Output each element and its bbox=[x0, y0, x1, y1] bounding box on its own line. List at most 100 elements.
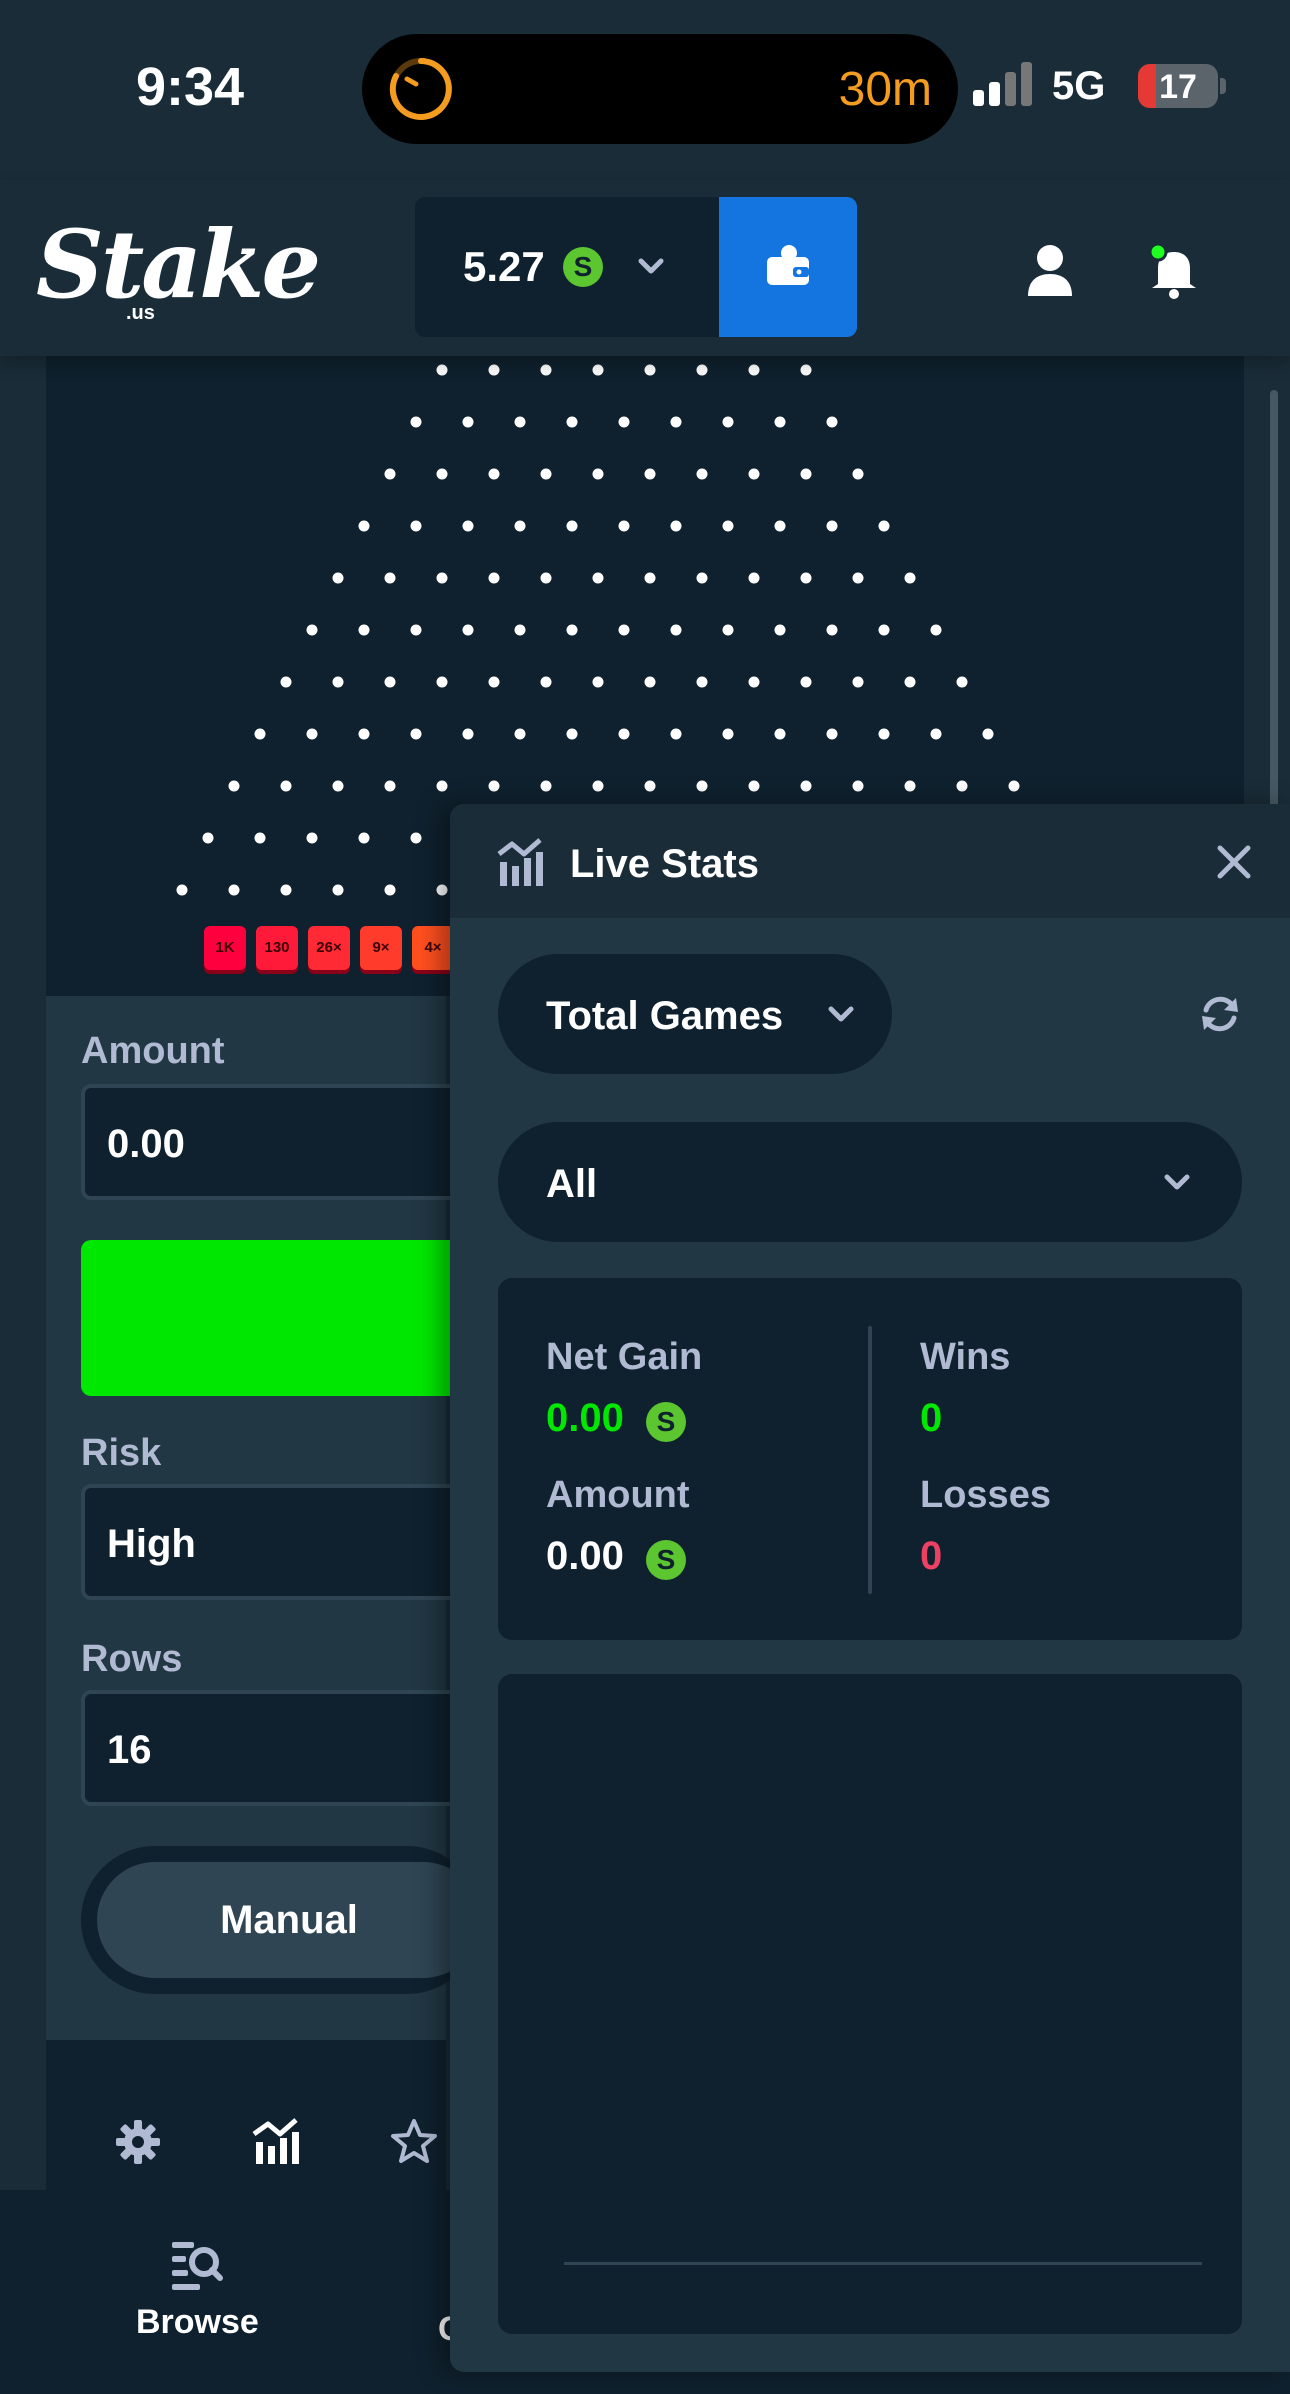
peg bbox=[488, 676, 500, 688]
peg bbox=[878, 520, 890, 532]
multiplier-slot: 4× bbox=[412, 926, 454, 970]
peg bbox=[358, 624, 370, 636]
peg bbox=[644, 364, 656, 376]
amount-input[interactable]: 0.00 bbox=[81, 1084, 461, 1200]
peg bbox=[358, 832, 370, 844]
nav-browse[interactable]: Browse bbox=[136, 2236, 259, 2342]
risk-select[interactable]: High bbox=[81, 1484, 461, 1600]
peg bbox=[410, 416, 422, 428]
game-filter-select[interactable]: All bbox=[498, 1122, 1242, 1242]
peg bbox=[644, 468, 656, 480]
peg bbox=[852, 676, 864, 688]
peg bbox=[722, 624, 734, 636]
profit-chart bbox=[498, 1674, 1242, 2334]
peg bbox=[852, 572, 864, 584]
peg bbox=[826, 416, 838, 428]
rows-label: Rows bbox=[81, 1638, 183, 1680]
wins-value: 0 bbox=[920, 1396, 943, 1440]
peg bbox=[904, 780, 916, 792]
close-icon[interactable] bbox=[1212, 840, 1256, 884]
peg bbox=[904, 676, 916, 688]
peg bbox=[566, 624, 578, 636]
losses-value: 0 bbox=[920, 1534, 943, 1578]
dynamic-island: 30m bbox=[362, 34, 958, 144]
sweeps-coin-icon: S bbox=[646, 1540, 686, 1580]
peg bbox=[670, 728, 682, 740]
peg bbox=[306, 728, 318, 740]
peg bbox=[956, 676, 968, 688]
peg bbox=[748, 676, 760, 688]
network-label: 5G bbox=[1052, 64, 1106, 108]
stake-logo[interactable]: Stake bbox=[36, 210, 321, 320]
sweeps-coin-icon: S bbox=[646, 1402, 686, 1442]
peg bbox=[514, 416, 526, 428]
peg bbox=[696, 364, 708, 376]
peg bbox=[384, 884, 396, 896]
peg bbox=[644, 780, 656, 792]
wallet-button[interactable] bbox=[719, 197, 857, 337]
multiplier-slot: 130 bbox=[256, 926, 298, 970]
favorite-star-icon[interactable] bbox=[388, 2116, 440, 2168]
rows-select[interactable]: 16 bbox=[81, 1690, 461, 1806]
peg bbox=[254, 728, 266, 740]
peg bbox=[696, 780, 708, 792]
peg bbox=[410, 624, 422, 636]
refresh-icon[interactable] bbox=[1196, 990, 1244, 1038]
peg bbox=[774, 728, 786, 740]
period-select[interactable]: Total Games bbox=[498, 954, 892, 1074]
peg bbox=[618, 520, 630, 532]
peg bbox=[722, 520, 734, 532]
bet-controls: Amount 0.00 Risk High Rows 16 Manual bbox=[46, 996, 481, 2040]
peg bbox=[644, 572, 656, 584]
peg bbox=[956, 780, 968, 792]
peg bbox=[436, 364, 448, 376]
peg bbox=[722, 416, 734, 428]
tab-manual[interactable]: Manual bbox=[97, 1862, 481, 1978]
live-stats-title: Live Stats bbox=[570, 842, 759, 886]
status-time: 9:34 bbox=[136, 57, 245, 117]
live-stats-header[interactable]: Live Stats bbox=[450, 804, 1290, 918]
peg bbox=[800, 468, 812, 480]
peg bbox=[618, 416, 630, 428]
multiplier-slot: 26× bbox=[308, 926, 350, 970]
balance-value: 5.27 bbox=[463, 243, 545, 290]
peg bbox=[618, 624, 630, 636]
peg bbox=[592, 468, 604, 480]
net-gain-label: Net Gain bbox=[546, 1336, 703, 1378]
multiplier-slot: 9× bbox=[360, 926, 402, 970]
chevron-down-icon bbox=[1164, 1174, 1190, 1190]
peg bbox=[176, 884, 188, 896]
browse-search-icon bbox=[172, 2242, 223, 2290]
peg bbox=[384, 468, 396, 480]
notification-bell-icon[interactable] bbox=[1144, 240, 1204, 300]
peg bbox=[540, 468, 552, 480]
peg bbox=[826, 624, 838, 636]
peg bbox=[800, 572, 812, 584]
peg bbox=[358, 520, 370, 532]
peg bbox=[774, 520, 786, 532]
peg bbox=[332, 780, 344, 792]
battery-level: 17 bbox=[1159, 68, 1197, 106]
peg bbox=[696, 572, 708, 584]
peg bbox=[436, 572, 448, 584]
settings-gear-icon[interactable] bbox=[112, 2116, 164, 2168]
peg bbox=[852, 780, 864, 792]
live-stats-icon[interactable] bbox=[250, 2116, 302, 2168]
peg bbox=[280, 676, 292, 688]
bet-button[interactable] bbox=[81, 1240, 461, 1396]
peg bbox=[436, 468, 448, 480]
peg bbox=[436, 676, 448, 688]
peg bbox=[540, 364, 552, 376]
peg bbox=[488, 780, 500, 792]
peg bbox=[462, 624, 474, 636]
battery-cap bbox=[1220, 78, 1226, 94]
peg bbox=[748, 780, 760, 792]
user-profile-icon[interactable] bbox=[1020, 240, 1080, 300]
nav-browse-label: Browse bbox=[136, 2303, 259, 2341]
peg bbox=[774, 624, 786, 636]
peg bbox=[774, 416, 786, 428]
game-filter-value: All bbox=[546, 1162, 598, 1206]
sweeps-coin-icon: S bbox=[563, 247, 603, 287]
balance-selector[interactable]: 5.27 S bbox=[415, 197, 719, 337]
peg bbox=[514, 728, 526, 740]
